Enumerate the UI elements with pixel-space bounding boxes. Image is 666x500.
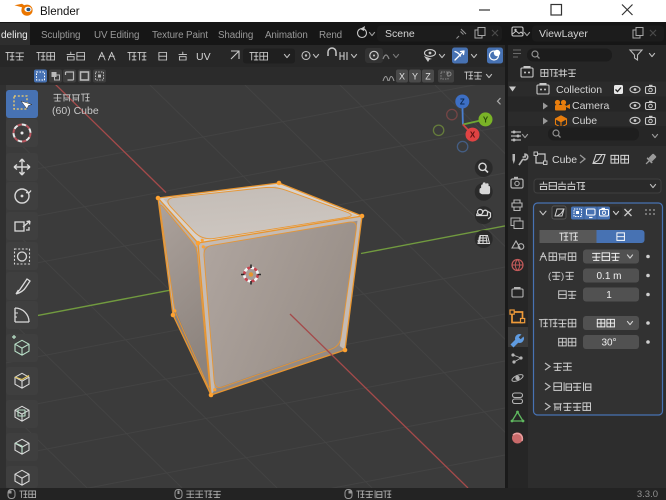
svg-text:X: X [470, 131, 476, 140]
svg-text:Texture Paint: Texture Paint [152, 30, 208, 41]
svg-text:(60) Cube: (60) Cube [52, 105, 99, 117]
svg-text:Z: Z [460, 98, 465, 107]
svg-text:Cube: Cube [552, 154, 577, 166]
svg-text:UV Editing: UV Editing [94, 30, 139, 41]
svg-text:Z: Z [425, 72, 431, 82]
svg-text:Cube: Cube [572, 115, 597, 127]
svg-text:Rend: Rend [319, 30, 342, 41]
svg-text:deling: deling [1, 30, 28, 41]
svg-text:X: X [399, 72, 405, 82]
svg-text:0.1 m: 0.1 m [596, 271, 621, 282]
svg-text:Shading: Shading [218, 30, 253, 41]
svg-text:Blender: Blender [40, 6, 80, 18]
svg-text:Animation: Animation [265, 30, 308, 41]
svg-text:): ) [561, 271, 564, 282]
svg-text:Camera: Camera [572, 100, 610, 112]
svg-text:ViewLayer: ViewLayer [539, 28, 588, 40]
svg-text:1: 1 [606, 290, 612, 301]
svg-text:3.3.0: 3.3.0 [637, 489, 658, 500]
svg-text:Y: Y [483, 115, 489, 124]
svg-text:Scene: Scene [385, 28, 415, 40]
svg-text:Collection: Collection [556, 84, 602, 96]
svg-text:30°: 30° [601, 338, 616, 349]
svg-text:UV: UV [196, 51, 211, 63]
svg-text:Y: Y [412, 72, 418, 82]
svg-text:Sculpting: Sculpting [41, 30, 80, 41]
